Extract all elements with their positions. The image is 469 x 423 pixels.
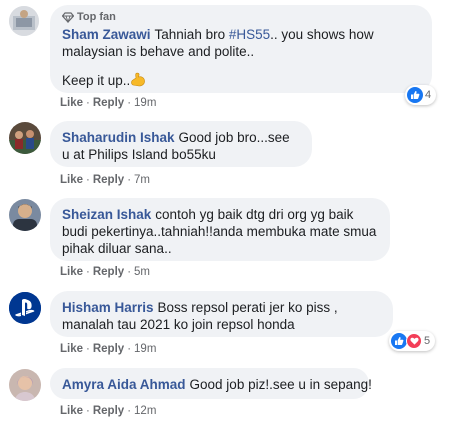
comment-bubble: Sheizan Ishak contoh yg baik dtg dri org … xyxy=(50,198,390,261)
separator-dot: · xyxy=(127,97,132,109)
reaction-count-number: 5 xyxy=(424,335,431,347)
commenter-name[interactable]: Hisham Harris xyxy=(62,300,154,315)
timestamp[interactable]: 7m xyxy=(134,174,150,186)
avatar[interactable] xyxy=(9,199,41,231)
like-button[interactable]: Like xyxy=(60,174,83,186)
comment-actions: Like · Reply · 12m xyxy=(60,404,156,418)
commenter-name[interactable]: Sham Zawawi xyxy=(62,27,151,42)
comment-text: Tahniah bro xyxy=(154,27,229,42)
top-fan-badge: Top fan xyxy=(62,10,420,24)
timestamp[interactable]: 5m xyxy=(134,266,150,278)
comment-bubble: Shaharudin Ishak Good job bro...see u at … xyxy=(50,121,312,167)
separator-dot: · xyxy=(127,174,132,186)
commenter-name[interactable]: Sheizan Ishak xyxy=(62,207,151,222)
timestamp[interactable]: 19m xyxy=(134,343,156,355)
playstation-logo-icon xyxy=(9,292,41,324)
timestamp[interactable]: 12m xyxy=(134,405,156,417)
comment-actions: Like · Reply · 7m xyxy=(60,173,150,187)
flexed-biceps-icon xyxy=(131,72,146,87)
commenter-name[interactable]: Shaharudin Ishak xyxy=(62,130,175,145)
comments-section: Top fan Sham Zawawi Tahniah bro #HS55.. y… xyxy=(0,0,469,423)
reply-button[interactable]: Reply xyxy=(93,405,124,417)
reply-button[interactable]: Reply xyxy=(93,174,124,186)
like-button[interactable]: Like xyxy=(60,405,83,417)
comment-actions: Like · Reply · 19m xyxy=(60,342,156,356)
separator-dot: · xyxy=(86,343,90,355)
separator-dot: · xyxy=(86,266,90,278)
reply-button[interactable]: Reply xyxy=(93,266,124,278)
timestamp[interactable]: 19m xyxy=(134,97,156,109)
love-reaction-icon xyxy=(406,333,422,349)
comment-actions: Like · Reply · 5m xyxy=(60,265,150,279)
reaction-count-number: 4 xyxy=(425,89,432,101)
avatar-image xyxy=(9,369,41,401)
reply-button[interactable]: Reply xyxy=(93,97,124,109)
avatar-image xyxy=(9,199,41,231)
reaction-count[interactable]: 5 xyxy=(389,331,436,351)
hashtag-link[interactable]: #HS55 xyxy=(229,27,270,42)
avatar[interactable] xyxy=(9,122,41,154)
avatar[interactable] xyxy=(9,369,41,401)
like-button[interactable]: Like xyxy=(60,266,83,278)
separator-dot: · xyxy=(86,174,90,186)
comment-bubble: Hisham Harris Boss repsol perati jer ko p… xyxy=(50,291,393,337)
comment-actions: Like · Reply · 19m xyxy=(60,96,156,110)
separator-dot: · xyxy=(86,405,90,417)
like-button[interactable]: Like xyxy=(60,343,83,355)
reaction-count[interactable]: 4 xyxy=(405,85,437,105)
like-reaction-icon xyxy=(407,87,423,103)
avatar[interactable] xyxy=(9,292,41,324)
commenter-name[interactable]: Amyra Aida Ahmad xyxy=(62,377,186,392)
top-fan-label: Top fan xyxy=(77,11,116,23)
avatar[interactable] xyxy=(9,6,39,36)
comment-text: Good job piz!.see u in sepang! xyxy=(189,377,372,392)
comment-bubble: Top fan Sham Zawawi Tahniah bro #HS55.. y… xyxy=(50,5,432,93)
separator-dot: · xyxy=(86,97,90,109)
separator-dot: · xyxy=(127,343,132,355)
diamond-icon xyxy=(62,11,74,23)
reply-button[interactable]: Reply xyxy=(93,343,124,355)
avatar-image xyxy=(9,6,39,36)
comment-bubble: Amyra Aida Ahmad Good job piz!.see u in s… xyxy=(50,368,372,399)
like-reaction-icon xyxy=(391,333,407,349)
separator-dot: · xyxy=(127,405,132,417)
separator-dot: · xyxy=(127,266,132,278)
avatar-image xyxy=(9,122,41,154)
comment-text-line2: Keep it up.. xyxy=(62,73,131,88)
like-button[interactable]: Like xyxy=(60,97,83,109)
